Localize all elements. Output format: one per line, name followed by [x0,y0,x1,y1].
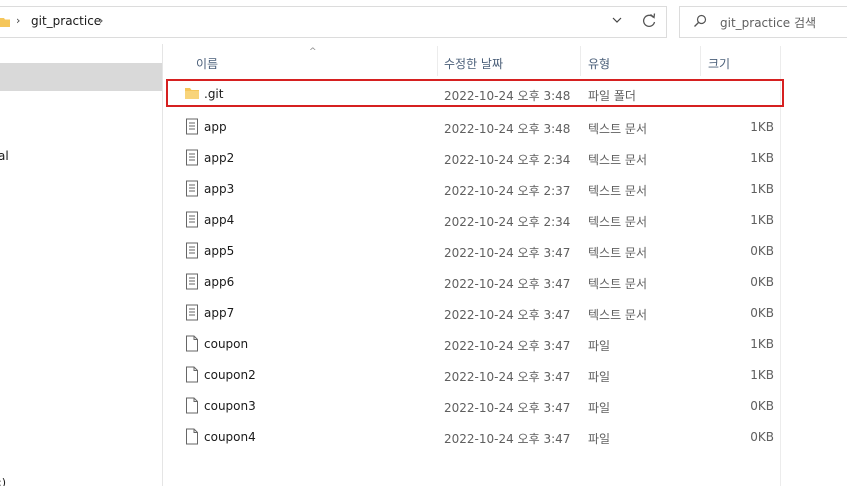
file-size: 0KB [750,275,774,289]
breadcrumb-separator[interactable]: › [99,14,103,27]
text-document-icon [186,180,198,197]
file-name: coupon3 [204,399,256,413]
file-size: 0KB [750,430,774,444]
list-item[interactable]: app2 2022-10-24 오후 2:34 텍스트 문서 1KB [170,142,780,173]
list-item[interactable]: app5 2022-10-24 오후 3:47 텍스트 문서 0KB [170,235,780,266]
list-item[interactable]: app 2022-10-24 오후 3:48 텍스트 문서 1KB [170,111,780,142]
file-size: 1KB [750,182,774,196]
file-type: 파일 [588,432,611,446]
file-date: 2022-10-24 오후 3:47 [444,432,571,446]
search-icon [694,14,707,27]
list-item[interactable]: app4 2022-10-24 오후 2:34 텍스트 문서 1KB [170,204,780,235]
file-type: 텍스트 문서 [588,215,648,229]
file-name: app6 [204,275,235,289]
column-divider[interactable] [437,46,438,76]
file-size: 1KB [750,368,774,382]
nav-item-label[interactable]: :) [0,476,6,486]
list-item[interactable]: app3 2022-10-24 오후 2:37 텍스트 문서 1KB [170,173,780,204]
file-name: app3 [204,182,235,196]
file-size: 0KB [750,399,774,413]
file-name: coupon2 [204,368,256,382]
column-header-label: 이름 [196,57,219,71]
search-placeholder[interactable]: git_practice 검색 [720,14,816,31]
nav-item-label[interactable]: al [0,149,9,163]
file-name: app [204,120,227,134]
file-explorer-window: › git_practice › git_practice 검색 al :) ^… [0,0,847,486]
column-header-name[interactable]: 이름 [170,46,437,76]
file-type: 파일 폴더 [588,89,636,103]
text-document-icon [186,273,198,290]
folder-icon [185,88,199,99]
file-type: 텍스트 문서 [588,308,648,322]
file-size: 0KB [750,306,774,320]
file-date: 2022-10-24 오후 3:48 [444,89,571,103]
list-item[interactable]: coupon3 2022-10-24 오후 3:47 파일 0KB [170,390,780,421]
list-item[interactable]: .git 2022-10-24 오후 3:48 파일 폴더 [166,79,784,107]
file-name: app2 [204,151,235,165]
chevron-down-icon[interactable] [610,12,624,28]
file-name: app4 [204,213,235,227]
list-item[interactable]: app6 2022-10-24 오후 3:47 텍스트 문서 0KB [170,266,780,297]
blank-file-icon [186,335,198,352]
list-item[interactable]: coupon 2022-10-24 오후 3:47 파일 1KB [170,328,780,359]
navigation-pane: al :) [0,44,163,486]
breadcrumb-current-folder[interactable]: git_practice [31,14,101,28]
file-name: coupon4 [204,430,256,444]
address-toolbar: › git_practice › git_practice 검색 [0,0,847,44]
column-header-label: 크기 [708,57,731,71]
column-header-size[interactable]: 크기 [700,46,780,76]
text-document-icon [186,118,198,135]
nav-item-selected[interactable] [0,63,162,91]
file-type: 텍스트 문서 [588,184,648,198]
file-name: .git [204,87,224,101]
file-date: 2022-10-24 오후 3:48 [444,122,571,136]
refresh-icon[interactable] [640,11,658,31]
text-document-icon [186,211,198,228]
column-divider[interactable] [580,46,581,76]
file-name: coupon [204,337,249,351]
breadcrumb-separator[interactable]: › [16,14,20,27]
file-size: 0KB [750,244,774,258]
file-date: 2022-10-24 오후 2:34 [444,215,571,229]
file-type: 파일 [588,370,611,384]
list-item[interactable]: app7 2022-10-24 오후 3:47 텍스트 문서 0KB [170,297,780,328]
file-date: 2022-10-24 오후 2:34 [444,153,571,167]
file-date: 2022-10-24 오후 2:37 [444,184,571,198]
column-header-date[interactable]: 수정한 날짜 [437,46,580,76]
file-size: 1KB [750,151,774,165]
folder-icon [0,18,10,27]
file-type: 텍스트 문서 [588,122,648,136]
file-type: 텍스트 문서 [588,153,648,167]
file-size: 1KB [750,120,774,134]
file-date: 2022-10-24 오후 3:47 [444,246,571,260]
file-size: 1KB [750,337,774,351]
list-item[interactable]: coupon4 2022-10-24 오후 3:47 파일 0KB [170,421,780,452]
blank-file-icon [186,366,198,383]
file-date: 2022-10-24 오후 3:47 [444,339,571,353]
file-type: 텍스트 문서 [588,246,648,260]
file-name: app7 [204,306,235,320]
column-header-label: 유형 [588,57,611,71]
file-date: 2022-10-24 오후 3:47 [444,308,571,322]
blank-file-icon [186,397,198,414]
file-date: 2022-10-24 오후 3:47 [444,370,571,384]
file-date: 2022-10-24 오후 3:47 [444,277,571,291]
file-size: 1KB [750,213,774,227]
blank-file-icon [186,428,198,445]
file-type: 파일 [588,339,611,353]
column-header-type[interactable]: 유형 [580,46,700,76]
text-document-icon [186,304,198,321]
text-document-icon [186,149,198,166]
file-name: app5 [204,244,235,258]
column-divider[interactable] [780,46,781,486]
file-date: 2022-10-24 오후 3:47 [444,401,571,415]
file-type: 텍스트 문서 [588,277,648,291]
file-type: 파일 [588,401,611,415]
text-document-icon [186,242,198,259]
column-divider[interactable] [700,46,701,76]
list-item[interactable]: coupon2 2022-10-24 오후 3:47 파일 1KB [170,359,780,390]
column-header-label: 수정한 날짜 [444,57,504,71]
